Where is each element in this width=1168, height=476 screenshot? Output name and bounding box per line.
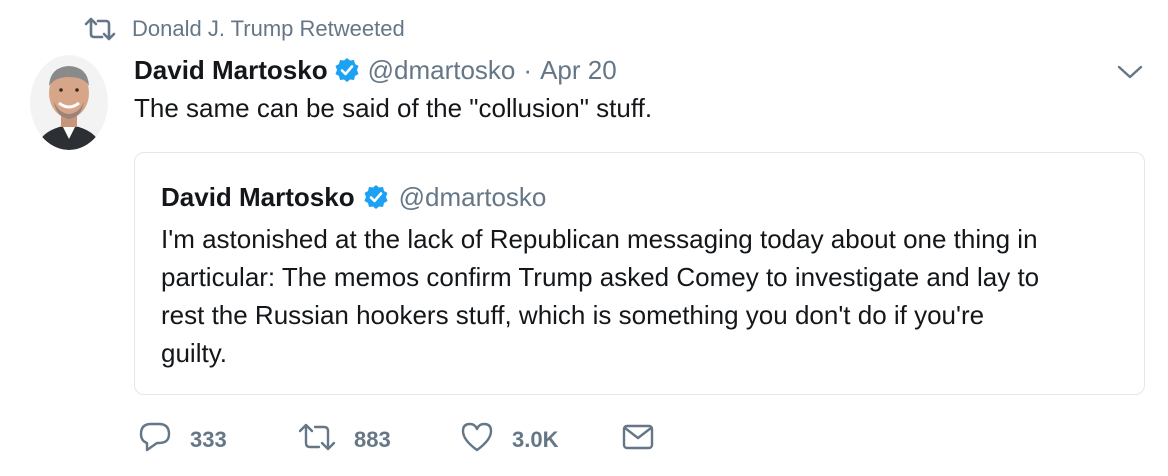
chevron-down-icon[interactable]: [1116, 64, 1144, 80]
author-name[interactable]: David Martosko: [134, 55, 328, 86]
retweet-icon: [84, 16, 116, 42]
retweet-label: Donald J. Trump Retweeted: [132, 16, 405, 41]
like-icon: [460, 421, 494, 459]
quoted-tweet[interactable]: David Martosko @dmartosko I'm astonished…: [134, 152, 1145, 395]
verified-badge-icon: [334, 57, 360, 83]
separator-dot: ·: [523, 54, 533, 85]
tweet-header: David Martosko @dmartosko · Apr 20: [134, 52, 617, 88]
retweet-icon: [298, 421, 336, 459]
avatar[interactable]: [30, 55, 108, 150]
quoted-header: David Martosko @dmartosko: [161, 180, 546, 214]
like-count: 3.0K: [512, 427, 559, 452]
retweet-button[interactable]: 883: [298, 420, 391, 460]
author-handle[interactable]: @dmartosko: [368, 55, 516, 86]
reply-icon: [138, 421, 172, 459]
tweet-date[interactable]: Apr 20: [540, 55, 617, 86]
verified-badge-icon: [363, 184, 389, 210]
like-button[interactable]: 3.0K: [460, 420, 558, 460]
reply-count: 333: [190, 427, 227, 452]
retweet-context[interactable]: Donald J. Trump Retweeted: [84, 13, 405, 45]
quoted-text-line: I'm astonished at the lack of Republican…: [161, 224, 1038, 254]
reply-button[interactable]: 333: [138, 420, 227, 460]
quoted-author-handle: @dmartosko: [398, 181, 547, 212]
quoted-author-name: David Martosko: [161, 181, 355, 212]
quoted-text-line: guilty.: [161, 338, 227, 368]
quoted-text: I'm astonished at the lack of Republican…: [161, 220, 1136, 372]
direct-message-button[interactable]: [622, 420, 654, 460]
quoted-text-line: particular: The memos confirm Trump aske…: [161, 262, 1040, 292]
message-icon: [622, 423, 654, 457]
quoted-text-line: rest the Russian hookers stuff, which is…: [161, 300, 985, 330]
tweet-text: The same can be said of the "collusion" …: [134, 93, 653, 123]
retweet-count: 883: [354, 427, 391, 452]
